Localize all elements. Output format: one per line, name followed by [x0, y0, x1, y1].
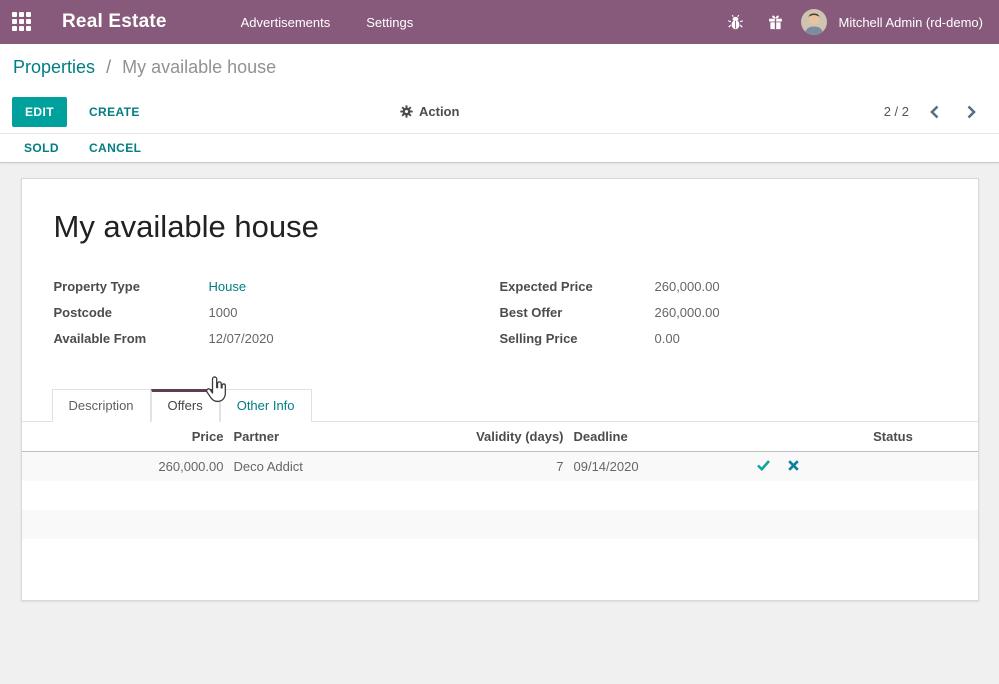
offer-price-cell[interactable]: 260,000.00 — [22, 452, 229, 481]
apps-grid-icon[interactable] — [12, 12, 32, 32]
column-header-price[interactable]: Price — [22, 422, 229, 452]
empty-row — [22, 510, 978, 539]
field-best-offer: Best Offer 260,000.00 — [500, 305, 946, 320]
navbar-right: Mitchell Admin (rd-demo) — [721, 7, 984, 37]
offers-header-row: Price Partner Validity (days) Deadline S… — [22, 422, 978, 452]
nav-menus: Advertisements Settings — [227, 9, 428, 36]
field-groups: Property Type House Postcode 1000 Availa… — [54, 279, 946, 357]
field-group-right: Expected Price 260,000.00 Best Offer 260… — [500, 279, 946, 357]
breadcrumb: Properties / My available house — [13, 57, 276, 78]
offer-row[interactable]: 260,000.00 Deco Addict 7 09/14/2020 — [22, 452, 978, 481]
user-avatar[interactable] — [801, 9, 827, 35]
field-selling-price: Selling Price 0.00 — [500, 331, 946, 346]
column-header-status[interactable]: Status — [809, 422, 978, 452]
menu-advertisements[interactable]: Advertisements — [227, 9, 345, 36]
column-header-deadline[interactable]: Deadline — [569, 422, 749, 452]
tab-bar: Description Offers Other Info — [22, 389, 978, 422]
field-property-type: Property Type House — [54, 279, 500, 294]
field-postcode: Postcode 1000 — [54, 305, 500, 320]
breadcrumb-bar: Properties / My available house — [0, 44, 999, 90]
create-button[interactable]: CREATE — [83, 97, 146, 127]
user-menu[interactable]: Mitchell Admin (rd-demo) — [839, 15, 984, 30]
offer-deadline-cell[interactable]: 09/14/2020 — [569, 452, 749, 481]
tab-other-info[interactable]: Other Info — [220, 389, 312, 422]
expected-price-value: 260,000.00 — [655, 279, 720, 294]
content-area: My available house Property Type House P… — [0, 163, 999, 684]
tab-description[interactable]: Description — [52, 389, 151, 422]
offer-accept-cell — [749, 452, 779, 481]
field-label: Best Offer — [500, 305, 655, 320]
check-icon[interactable] — [755, 459, 772, 474]
column-header-accept — [749, 422, 779, 452]
column-header-validity[interactable]: Validity (days) — [379, 422, 569, 452]
best-offer-value: 260,000.00 — [655, 305, 720, 320]
gift-icon[interactable] — [761, 7, 791, 37]
form-sheet: My available house Property Type House P… — [21, 178, 979, 601]
action-label: Action — [419, 104, 459, 119]
menu-settings[interactable]: Settings — [352, 9, 427, 36]
pager: 2 / 2 — [884, 103, 983, 121]
offers-table: Price Partner Validity (days) Deadline S… — [22, 422, 978, 539]
postcode-value: 1000 — [209, 305, 238, 320]
offer-refuse-cell — [779, 452, 809, 481]
cancel-button[interactable]: CANCEL — [89, 141, 141, 155]
column-header-refuse — [779, 422, 809, 452]
column-header-partner[interactable]: Partner — [229, 422, 379, 452]
top-navbar: Real Estate Advertisements Settings — [0, 0, 999, 44]
offer-partner-cell[interactable]: Deco Addict — [229, 452, 379, 481]
chevron-left-icon[interactable] — [923, 103, 946, 121]
field-label: Selling Price — [500, 331, 655, 346]
field-expected-price: Expected Price 260,000.00 — [500, 279, 946, 294]
breadcrumb-properties[interactable]: Properties — [13, 57, 95, 77]
field-label: Available From — [54, 331, 209, 346]
selling-price-value: 0.00 — [655, 331, 680, 346]
field-group-left: Property Type House Postcode 1000 Availa… — [54, 279, 500, 357]
offer-status-cell — [809, 452, 978, 481]
app-name[interactable]: Real Estate — [62, 11, 167, 33]
edit-button[interactable]: EDIT — [12, 97, 67, 127]
control-panel: EDIT CREATE Action 2 / 2 — [0, 90, 999, 133]
breadcrumb-current: My available house — [122, 57, 276, 77]
available-from-value: 12/07/2020 — [209, 331, 274, 346]
chevron-right-icon[interactable] — [960, 103, 983, 121]
property-type-link[interactable]: House — [209, 279, 247, 294]
times-icon[interactable] — [786, 459, 801, 474]
gear-icon — [400, 105, 413, 118]
statusbar: SOLD CANCEL — [0, 133, 999, 163]
notebook: Description Offers Other Info Price Part… — [22, 389, 978, 539]
field-label: Property Type — [54, 279, 209, 294]
breadcrumb-separator: / — [106, 57, 111, 77]
field-label: Expected Price — [500, 279, 655, 294]
action-menu[interactable]: Action — [400, 104, 459, 119]
bug-icon[interactable] — [721, 7, 751, 37]
record-title: My available house — [54, 209, 946, 245]
offer-validity-cell[interactable]: 7 — [379, 452, 569, 481]
pager-count: 2 / 2 — [884, 104, 909, 119]
empty-row — [22, 481, 978, 510]
field-label: Postcode — [54, 305, 209, 320]
tab-offers[interactable]: Offers — [151, 389, 220, 422]
field-available-from: Available From 12/07/2020 — [54, 331, 500, 346]
sold-button[interactable]: SOLD — [24, 141, 59, 155]
